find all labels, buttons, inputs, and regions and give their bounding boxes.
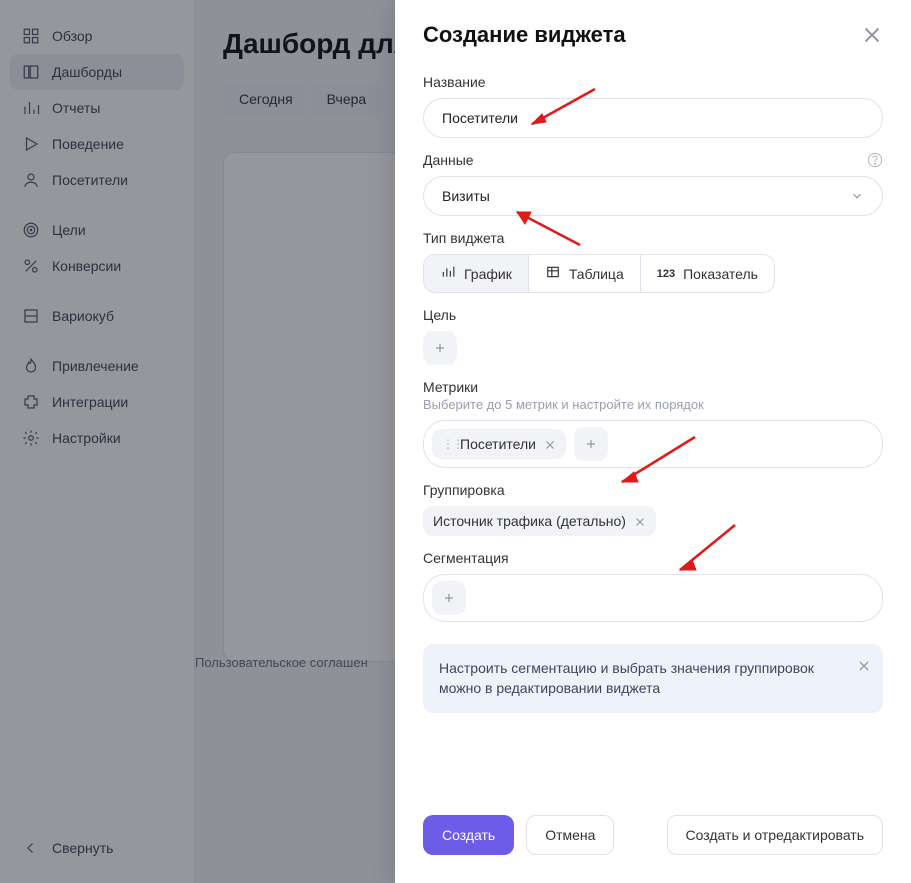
- close-icon[interactable]: [861, 24, 883, 46]
- data-select-value: Визиты: [442, 188, 490, 204]
- widget-name-input[interactable]: [423, 98, 883, 138]
- label-metrics: Метрики: [423, 379, 883, 395]
- add-metric-button[interactable]: [574, 427, 608, 461]
- drag-handle-icon[interactable]: ⋮⋮: [442, 437, 452, 451]
- remove-grouping-icon[interactable]: [634, 515, 646, 527]
- data-select[interactable]: Визиты: [423, 176, 883, 216]
- widget-type-segmented: График Таблица 123 Показатель: [423, 254, 775, 293]
- metrics-row: ⋮⋮ Посетители: [423, 420, 883, 468]
- add-segmentation-button[interactable]: [432, 581, 466, 615]
- create-and-edit-button[interactable]: Создать и отредактировать: [667, 815, 883, 855]
- remove-metric-icon[interactable]: [544, 438, 556, 450]
- type-table[interactable]: Таблица: [529, 255, 641, 292]
- label-widget-type: Тип виджета: [423, 230, 883, 246]
- cancel-button[interactable]: Отмена: [526, 815, 614, 855]
- grouping-chip[interactable]: Источник трафика (детально): [423, 506, 656, 536]
- number-icon: 123: [657, 268, 675, 280]
- label-grouping: Группировка: [423, 482, 883, 498]
- metric-chip[interactable]: ⋮⋮ Посетители: [432, 429, 566, 459]
- label-name: Название: [423, 74, 883, 90]
- info-text: Настроить сегментацию и выбрать значения…: [439, 660, 814, 696]
- label-goal: Цель: [423, 307, 883, 323]
- label-segmentation: Сегментация: [423, 550, 883, 566]
- type-chart[interactable]: График: [424, 255, 529, 292]
- grouping-chip-label: Источник трафика (детально): [433, 513, 626, 529]
- label-data: Данные: [423, 152, 883, 168]
- metrics-hint: Выберите до 5 метрик и настройте их поря…: [423, 397, 883, 412]
- segmentation-row: [423, 574, 883, 622]
- metric-chip-label: Посетители: [460, 436, 536, 452]
- create-button[interactable]: Создать: [423, 815, 514, 855]
- info-banner: Настроить сегментацию и выбрать значения…: [423, 644, 883, 713]
- chevron-down-icon: [850, 189, 864, 203]
- bars-icon: [440, 265, 456, 282]
- add-goal-button[interactable]: [423, 331, 457, 365]
- close-info-icon[interactable]: [857, 658, 871, 672]
- modal-title: Создание виджета: [423, 22, 626, 48]
- modal-footer: Создать Отмена Создать и отредактировать: [395, 793, 911, 883]
- create-widget-modal: Создание виджета Название Данные Визиты …: [395, 0, 911, 883]
- table-icon: [545, 265, 561, 282]
- help-icon[interactable]: [867, 152, 883, 168]
- type-metric[interactable]: 123 Показатель: [641, 255, 774, 292]
